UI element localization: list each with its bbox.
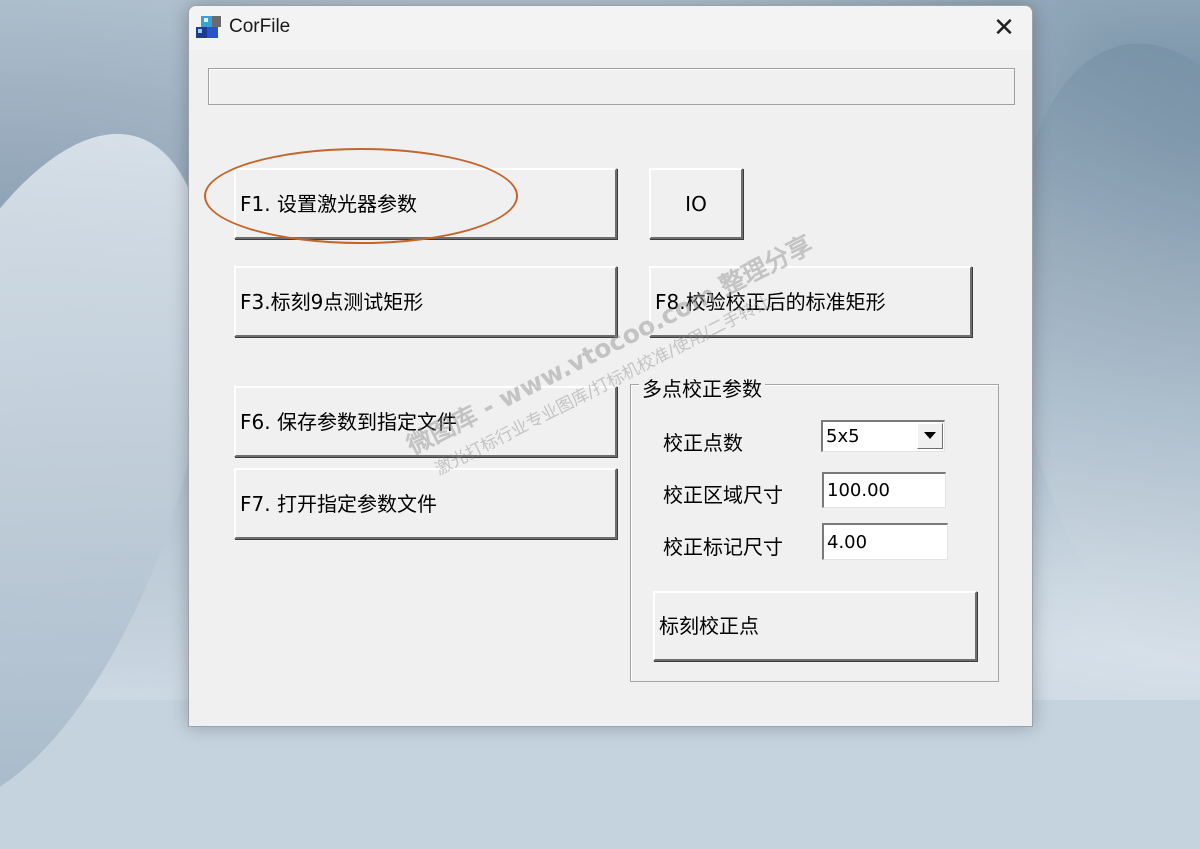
- points-count-value: 5x5: [826, 426, 860, 447]
- mark-correction-points-button[interactable]: 标刻校正点: [653, 591, 977, 661]
- save-params-file-label: F6. 保存参数到指定文件: [240, 409, 457, 434]
- set-laser-params-button[interactable]: F1. 设置激光器参数: [234, 168, 617, 239]
- chevron-down-icon: [924, 432, 936, 439]
- set-laser-params-label: F1. 设置激光器参数: [240, 191, 417, 216]
- close-icon: ✕: [993, 13, 1015, 43]
- corfile-dialog: CorFile ✕ F1. 设置激光器参数 IO F3.标刻9点测试矩形 F8.…: [188, 5, 1033, 727]
- mark-9point-test-rect-button[interactable]: F3.标刻9点测试矩形: [234, 266, 617, 337]
- multipoint-group-title: 多点校正参数: [639, 373, 765, 402]
- mark-size-value: 4.00: [827, 531, 868, 553]
- progress-bar: [208, 68, 1015, 105]
- verify-standard-rect-button[interactable]: F8.校验校正后的标准矩形: [649, 266, 972, 337]
- points-count-label: 校正点数: [663, 431, 743, 455]
- io-button[interactable]: IO: [649, 168, 743, 239]
- save-params-file-button[interactable]: F6. 保存参数到指定文件: [234, 386, 617, 457]
- verify-standard-rect-label: F8.校验校正后的标准矩形: [655, 289, 886, 314]
- dropdown-button[interactable]: [917, 423, 943, 449]
- mark-size-input[interactable]: 4.00: [822, 523, 948, 560]
- io-label: IO: [685, 191, 707, 216]
- window-title: CorFile: [229, 16, 291, 37]
- points-count-select[interactable]: 5x5: [821, 420, 945, 452]
- open-params-file-label: F7. 打开指定参数文件: [240, 491, 437, 516]
- mark-9point-test-rect-label: F3.标刻9点测试矩形: [240, 289, 424, 314]
- mark-size-label: 校正标记尺寸: [663, 535, 783, 559]
- area-size-value: 100.00: [827, 480, 890, 501]
- corfile-app-icon: [196, 16, 221, 38]
- close-button[interactable]: ✕: [976, 6, 1032, 50]
- area-size-input[interactable]: 100.00: [822, 472, 946, 508]
- area-size-label: 校正区域尺寸: [663, 483, 783, 507]
- mark-correction-points-label: 标刻校正点: [659, 614, 759, 638]
- title-bar[interactable]: CorFile ✕: [189, 6, 1032, 50]
- open-params-file-button[interactable]: F7. 打开指定参数文件: [234, 468, 617, 539]
